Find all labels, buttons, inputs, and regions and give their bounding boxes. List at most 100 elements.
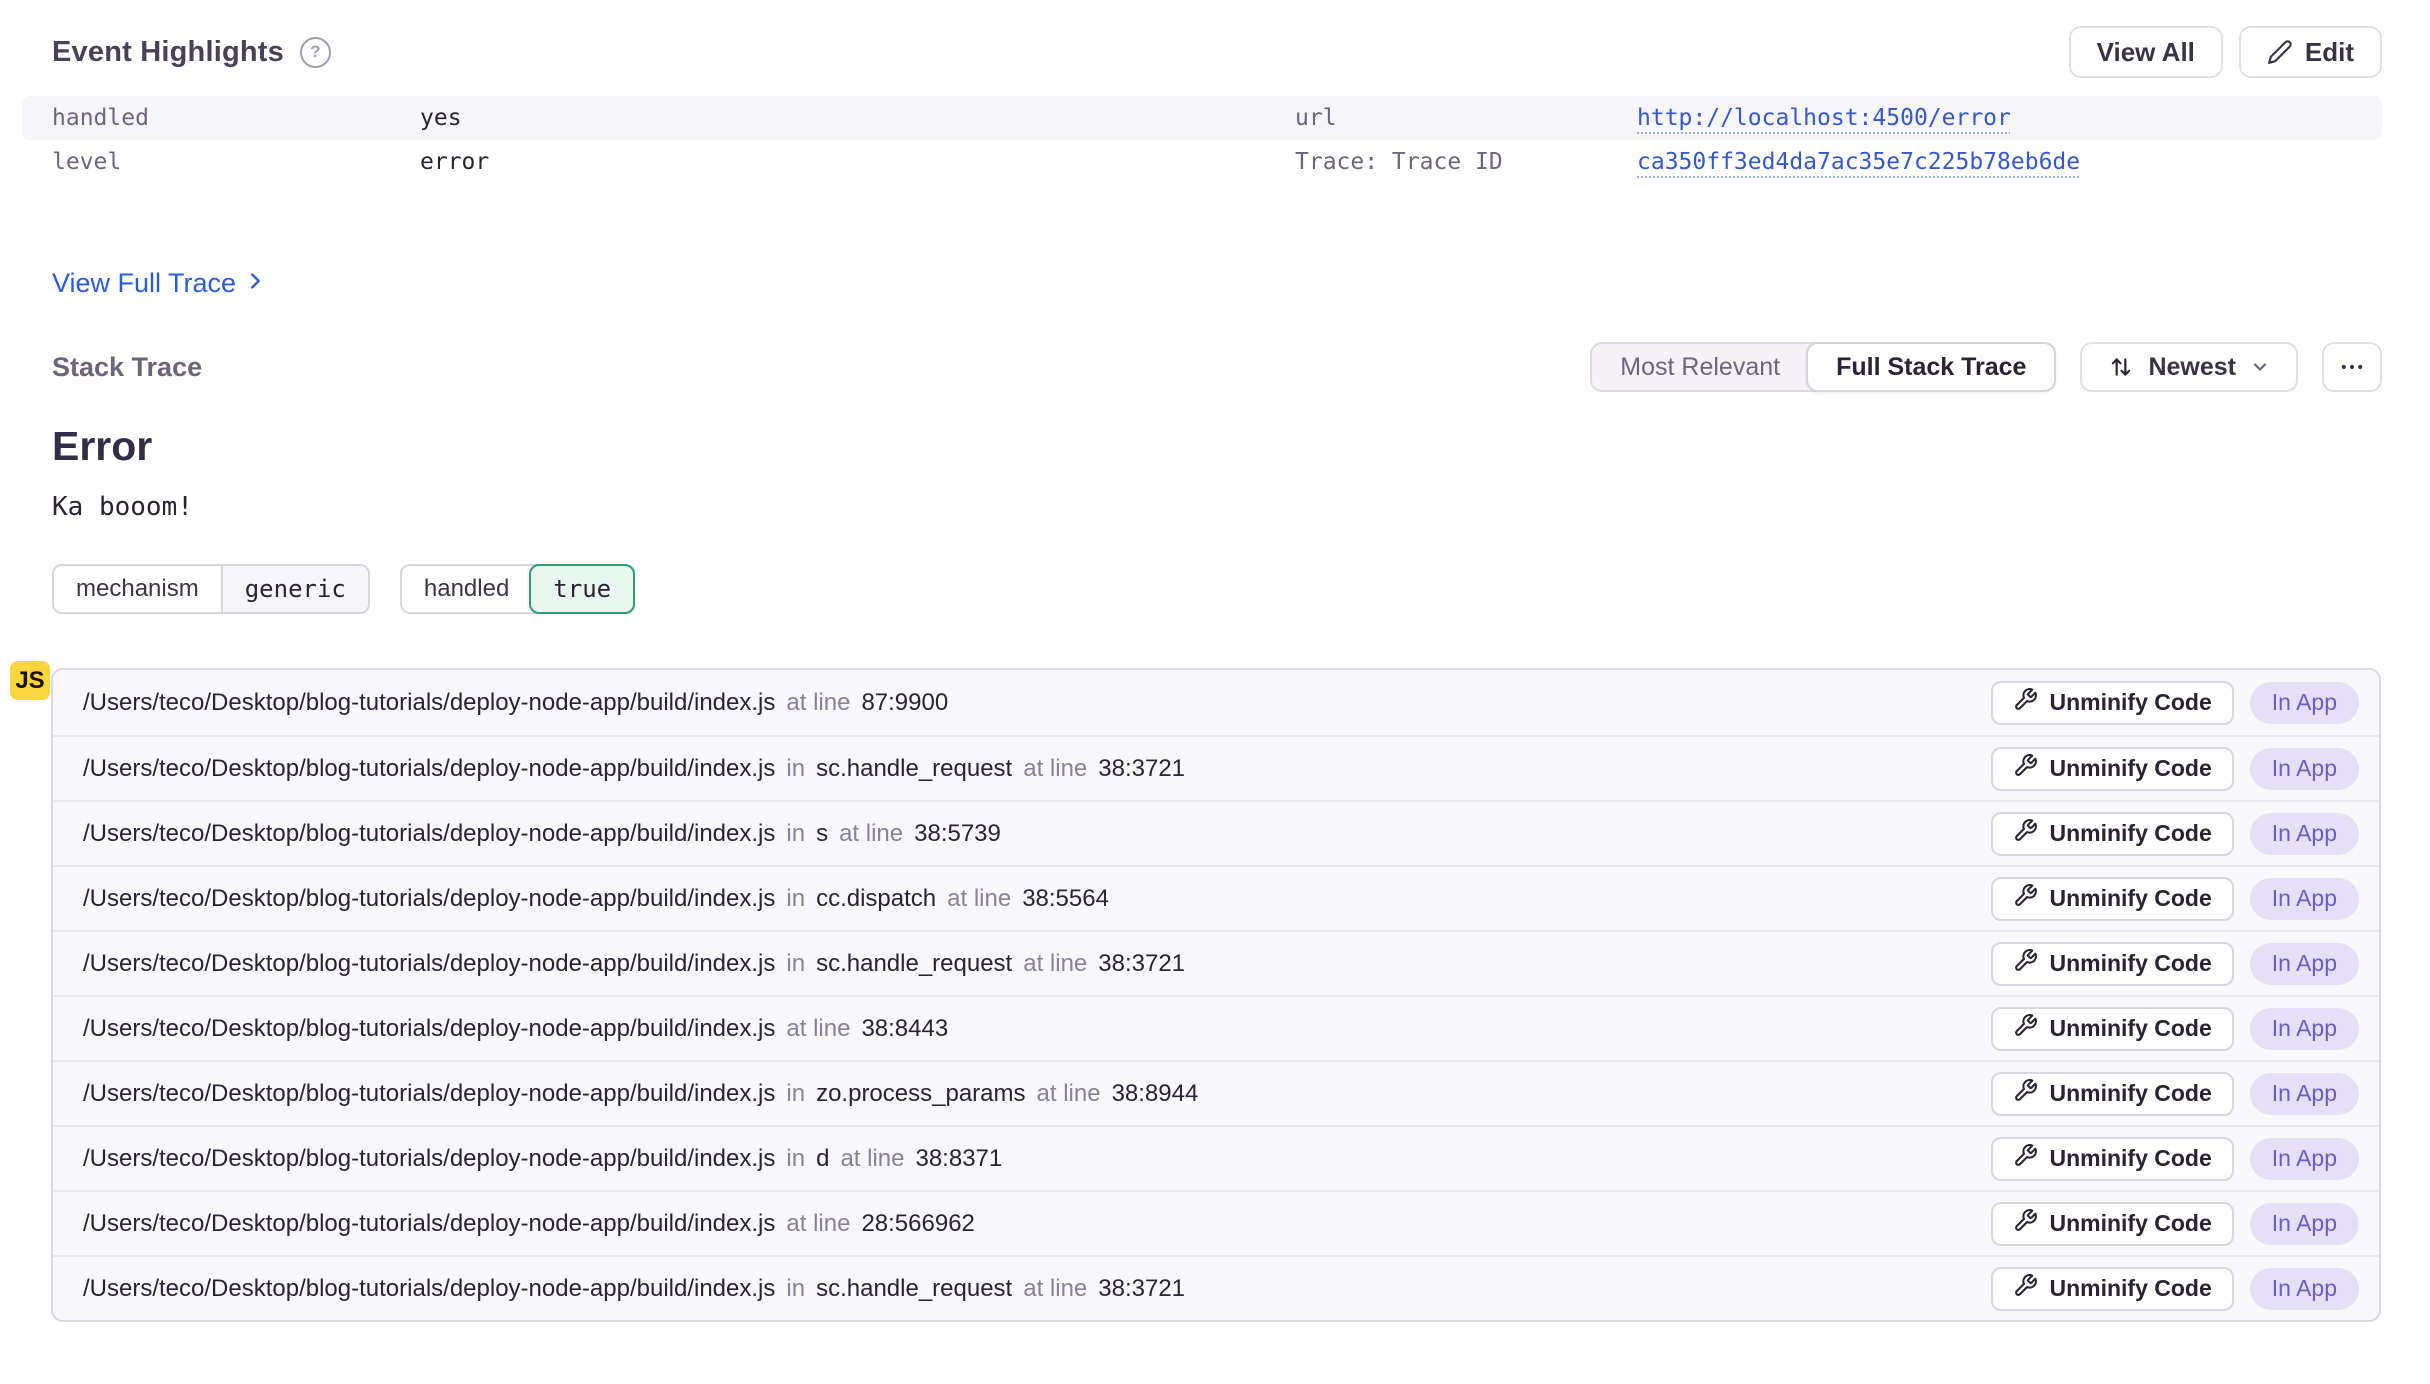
unminify-label: Unminify Code bbox=[2049, 1080, 2212, 1106]
highlight-value-handled: yes bbox=[420, 105, 462, 131]
frame-function-name: sc.handle_request bbox=[816, 754, 1013, 782]
error-type: Error bbox=[52, 423, 153, 469]
unminify-code-button[interactable]: Unminify Code bbox=[1991, 680, 2234, 725]
chevron-down-icon bbox=[2250, 357, 2270, 377]
frame-at-line-label: at line bbox=[786, 688, 851, 716]
in-app-badge: In App bbox=[2249, 681, 2359, 724]
unminify-label: Unminify Code bbox=[2049, 1145, 2212, 1171]
tag-key: handled bbox=[423, 575, 510, 602]
stack-trace-header: Stack Trace Most Relevant Full Stack Tra… bbox=[52, 341, 2382, 393]
ellipsis-icon bbox=[2338, 353, 2366, 381]
frame-in-label: in bbox=[786, 1079, 806, 1107]
more-options-button[interactable] bbox=[2322, 342, 2382, 392]
frame-function-name: s bbox=[816, 819, 829, 847]
stack-frame-row[interactable]: /Users/teco/Desktop/blog-tutorials/deplo… bbox=[53, 670, 2379, 735]
frame-line-number: 38:3721 bbox=[1098, 754, 1186, 782]
unminify-label: Unminify Code bbox=[2049, 820, 2212, 846]
stack-frame-row[interactable]: /Users/teco/Desktop/blog-tutorials/deplo… bbox=[53, 1255, 2379, 1320]
pencil-icon bbox=[2267, 39, 2293, 65]
in-app-badge: In App bbox=[2249, 1202, 2359, 1245]
url-link[interactable]: http://localhost:4500/error bbox=[1637, 105, 2011, 131]
tab-most-relevant[interactable]: Most Relevant bbox=[1592, 344, 1808, 390]
wrench-icon bbox=[2013, 753, 2038, 784]
unminify-code-button[interactable]: Unminify Code bbox=[1991, 1006, 2234, 1051]
stack-frame-row[interactable]: /Users/teco/Desktop/blog-tutorials/deplo… bbox=[53, 930, 2379, 995]
frame-file-path: /Users/teco/Desktop/blog-tutorials/deplo… bbox=[83, 1144, 776, 1172]
highlight-key-level: level bbox=[52, 149, 122, 175]
stack-frame-row[interactable]: /Users/teco/Desktop/blog-tutorials/deplo… bbox=[53, 1060, 2379, 1125]
unminify-code-button[interactable]: Unminify Code bbox=[1991, 746, 2234, 791]
wrench-icon bbox=[2013, 1208, 2038, 1239]
frame-file-path: /Users/teco/Desktop/blog-tutorials/deplo… bbox=[83, 1274, 776, 1302]
in-app-badge: In App bbox=[2249, 812, 2359, 855]
unminify-code-button[interactable]: Unminify Code bbox=[1991, 811, 2234, 856]
tag-key: mechanism bbox=[76, 575, 199, 602]
in-app-badge: In App bbox=[2249, 747, 2359, 790]
frame-file-path: /Users/teco/Desktop/blog-tutorials/deplo… bbox=[83, 1079, 776, 1107]
in-app-badge: In App bbox=[2249, 942, 2359, 985]
highlight-row: handled yes url http://localhost:4500/er… bbox=[22, 96, 2382, 140]
frame-at-line-label: at line bbox=[1036, 1079, 1101, 1107]
wrench-icon bbox=[2013, 1143, 2038, 1174]
unminify-label: Unminify Code bbox=[2049, 1210, 2212, 1236]
section-title-event-highlights: Event Highlights bbox=[52, 35, 284, 68]
stack-frame-row[interactable]: /Users/teco/Desktop/blog-tutorials/deplo… bbox=[53, 1190, 2379, 1255]
edit-label: Edit bbox=[2304, 36, 2354, 67]
tag-mechanism[interactable]: mechanism generic bbox=[52, 564, 370, 614]
wrench-icon bbox=[2013, 818, 2038, 849]
frame-function-name: zo.process_params bbox=[816, 1079, 1026, 1107]
stack-frames-list: /Users/teco/Desktop/blog-tutorials/deplo… bbox=[51, 668, 2381, 1322]
in-app-badge: In App bbox=[2249, 1137, 2359, 1180]
unminify-label: Unminify Code bbox=[2049, 1275, 2212, 1301]
trace-id-link[interactable]: ca350ff3ed4da7ac35e7c225b78eb6de bbox=[1637, 149, 2080, 175]
unminify-code-button[interactable]: Unminify Code bbox=[1991, 1201, 2234, 1246]
unminify-code-button[interactable]: Unminify Code bbox=[1991, 1266, 2234, 1311]
wrench-icon bbox=[2013, 1078, 2038, 1109]
frame-in-label: in bbox=[786, 1274, 806, 1302]
frame-line-number: 28:566962 bbox=[861, 1209, 975, 1237]
frame-line-number: 38:8443 bbox=[861, 1014, 949, 1042]
wrench-icon bbox=[2013, 1273, 2038, 1304]
stack-frame-row[interactable]: /Users/teco/Desktop/blog-tutorials/deplo… bbox=[53, 800, 2379, 865]
section-title-stack-trace: Stack Trace bbox=[52, 351, 203, 382]
sort-arrows-icon bbox=[2108, 354, 2134, 380]
frame-line-number: 38:5564 bbox=[1022, 884, 1109, 912]
frame-in-label: in bbox=[786, 949, 806, 977]
stack-trace-view-toggle: Most Relevant Full Stack Trace bbox=[1590, 342, 2057, 392]
wrench-icon bbox=[2013, 1013, 2038, 1044]
frame-file-path: /Users/teco/Desktop/blog-tutorials/deplo… bbox=[83, 754, 776, 782]
frame-function-name: cc.dispatch bbox=[816, 884, 937, 912]
frame-in-label: in bbox=[786, 1144, 806, 1172]
in-app-badge: In App bbox=[2249, 1072, 2359, 1115]
unminify-code-button[interactable]: Unminify Code bbox=[1991, 941, 2234, 986]
view-all-label: View All bbox=[2096, 36, 2195, 67]
tab-full-stack-trace[interactable]: Full Stack Trace bbox=[1806, 342, 2057, 392]
view-full-trace-link[interactable]: View Full Trace bbox=[52, 268, 266, 299]
view-all-button[interactable]: View All bbox=[2068, 26, 2223, 78]
help-icon[interactable]: ? bbox=[300, 36, 331, 68]
unminify-code-button[interactable]: Unminify Code bbox=[1991, 876, 2234, 921]
unminify-label: Unminify Code bbox=[2049, 689, 2212, 715]
event-highlights-header: Event Highlights ? View All Edit bbox=[52, 24, 2382, 80]
frame-at-line-label: at line bbox=[1023, 754, 1088, 782]
chevron-right-icon bbox=[244, 268, 266, 299]
frame-file-path: /Users/teco/Desktop/blog-tutorials/deplo… bbox=[83, 884, 776, 912]
platform-javascript-badge: JS bbox=[10, 661, 50, 700]
stack-frame-row[interactable]: /Users/teco/Desktop/blog-tutorials/deplo… bbox=[53, 1125, 2379, 1190]
event-highlights-grid: handled yes url http://localhost:4500/er… bbox=[22, 96, 2382, 184]
stack-frame-row[interactable]: /Users/teco/Desktop/blog-tutorials/deplo… bbox=[53, 995, 2379, 1060]
in-app-badge: In App bbox=[2249, 1007, 2359, 1050]
sort-label: Newest bbox=[2148, 352, 2236, 381]
frame-file-path: /Users/teco/Desktop/blog-tutorials/deplo… bbox=[83, 949, 776, 977]
stack-frame-row[interactable]: /Users/teco/Desktop/blog-tutorials/deplo… bbox=[53, 735, 2379, 800]
wrench-icon bbox=[2013, 883, 2038, 914]
tag-handled[interactable]: handled true bbox=[399, 564, 636, 614]
stack-frame-row[interactable]: /Users/teco/Desktop/blog-tutorials/deplo… bbox=[53, 865, 2379, 930]
edit-button[interactable]: Edit bbox=[2238, 26, 2382, 78]
frame-file-path: /Users/teco/Desktop/blog-tutorials/deplo… bbox=[83, 819, 776, 847]
unminify-code-button[interactable]: Unminify Code bbox=[1991, 1071, 2234, 1116]
frame-in-label: in bbox=[786, 884, 806, 912]
sort-button[interactable]: Newest bbox=[2080, 342, 2298, 392]
unminify-code-button[interactable]: Unminify Code bbox=[1991, 1136, 2234, 1181]
frame-at-line-label: at line bbox=[947, 884, 1012, 912]
